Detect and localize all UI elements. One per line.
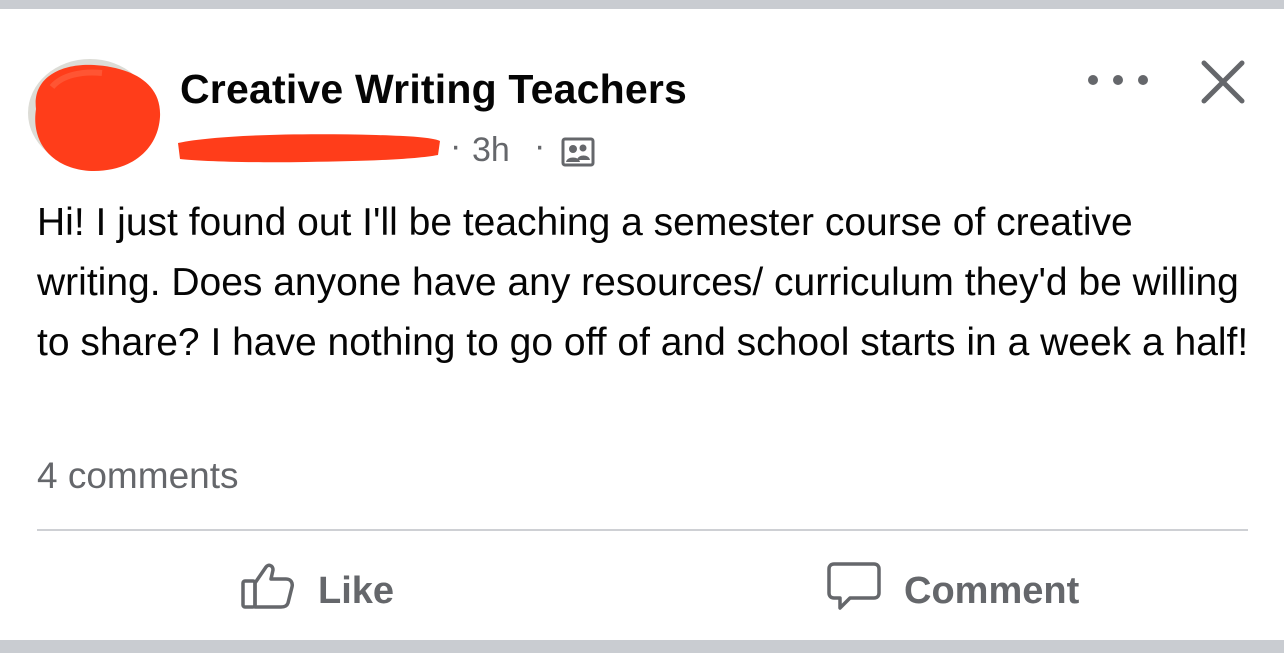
redacted-author-name[interactable] <box>176 129 442 170</box>
more-options-icon[interactable] <box>1088 65 1148 95</box>
divider <box>37 529 1248 531</box>
like-label: Like <box>318 569 395 612</box>
group-members-icon <box>561 137 595 172</box>
thumbs-up-icon <box>240 561 296 621</box>
bottom-separator-band <box>0 640 1284 653</box>
redacted-avatar[interactable] <box>22 57 164 177</box>
top-separator-band <box>0 0 1284 9</box>
meta-separator: · <box>534 127 546 165</box>
post-timestamp[interactable]: 3h <box>472 131 510 170</box>
group-name[interactable]: Creative Writing Teachers <box>180 66 687 113</box>
meta-separator: · <box>450 127 462 165</box>
comment-label: Comment <box>904 569 1080 612</box>
comments-count[interactable]: 4 comments <box>37 455 239 497</box>
comment-button[interactable]: Comment <box>826 561 1079 621</box>
close-icon[interactable] <box>1196 55 1250 109</box>
like-button[interactable]: Like <box>240 561 394 621</box>
comment-bubble-icon <box>826 560 882 622</box>
post-body: Hi! I just found out I'll be teaching a … <box>37 201 1249 364</box>
post-card: Creative Writing Teachers · 3h · Hi! I j… <box>0 9 1284 640</box>
